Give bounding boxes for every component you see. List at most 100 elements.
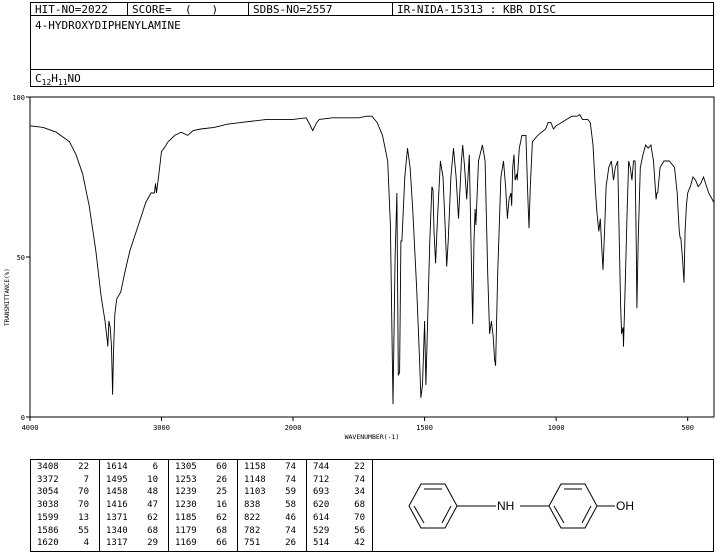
- peak-wavenumber: 1185: [175, 512, 197, 523]
- y-axis-label: TRANSMITTANCE(%): [4, 268, 11, 326]
- peak-wavenumber: 529: [313, 525, 330, 536]
- peak-wavenumber: 620: [313, 500, 330, 511]
- peak-wavenumber: 1103: [244, 487, 266, 498]
- peak-wavenumber: 1620: [37, 538, 59, 549]
- peak-wavenumber: 1317: [106, 538, 128, 549]
- peak-transmittance: 70: [354, 512, 365, 523]
- peak-wavenumber: 751: [244, 538, 261, 549]
- peak-table: 3408 22 3372 7 3054 70 3038 70 1599 13 1586 55 1620 4…: [30, 459, 373, 552]
- molecular-formula: C12H11NO: [35, 72, 81, 87]
- x-tick-label: 3000: [153, 424, 170, 432]
- peak-transmittance: 46: [285, 512, 296, 523]
- peak-wavenumber: 3054: [37, 487, 59, 498]
- peak-transmittance: 25: [216, 487, 227, 498]
- peak-transmittance: 70: [78, 487, 89, 498]
- formula-element: C: [35, 72, 42, 85]
- peak-wavenumber: 1340: [106, 525, 128, 536]
- peak-transmittance: 4: [83, 538, 89, 549]
- peak-wavenumber: 1614: [106, 462, 128, 472]
- peak-transmittance: 47: [147, 500, 158, 511]
- score-field: SCORE= ( ): [132, 3, 219, 16]
- peak-transmittance: 74: [285, 525, 296, 536]
- peak-wavenumber: 744: [313, 462, 330, 472]
- hit-number: HIT-NO=2022: [35, 3, 108, 16]
- peak-wavenumber: 1239: [175, 487, 197, 498]
- formula-element: NO: [67, 72, 81, 85]
- peak-wavenumber: 1495: [106, 474, 128, 485]
- peak-transmittance: 42: [354, 538, 365, 549]
- compound-name: 4-HYDROXYDIPHENYLAMINE: [35, 19, 181, 32]
- x-axis: 4000 3000 2000 1500 1000 500: [22, 417, 694, 432]
- peak-wavenumber: 1253: [175, 474, 197, 485]
- x-tick-label: 2000: [285, 424, 302, 432]
- peak-transmittance: 60: [216, 462, 227, 472]
- y-tick-label: 50: [17, 254, 25, 262]
- benzene-ring-right: [548, 483, 598, 529]
- y-tick-label: 100: [12, 94, 25, 102]
- formula-count: 11: [57, 78, 68, 88]
- peak-transmittance: 56: [354, 525, 365, 536]
- peak-wavenumber: 822: [244, 512, 261, 523]
- peak-transmittance: 59: [285, 487, 296, 498]
- peak-transmittance: 58: [285, 500, 296, 511]
- peak-wavenumber: 3408: [37, 462, 59, 472]
- peak-transmittance: 6: [152, 462, 158, 472]
- peak-wavenumber: 1371: [106, 512, 128, 523]
- peak-transmittance: 62: [216, 512, 227, 523]
- peak-transmittance: 29: [147, 538, 158, 549]
- peak-transmittance: 74: [285, 462, 296, 472]
- x-axis-label: WAVENUMBER(-1): [345, 433, 400, 441]
- oh-group-label: OH: [616, 499, 634, 513]
- peak-wavenumber: 1416: [106, 500, 128, 511]
- peak-wavenumber: 514: [313, 538, 330, 549]
- header-bar: HIT-NO=2022 SCORE= ( ) SDBS-NO=2557 IR-N…: [30, 2, 714, 16]
- peak-wavenumber: 838: [244, 500, 261, 511]
- peak-transmittance: 74: [285, 474, 296, 485]
- table-column-divider: [306, 460, 307, 551]
- spectrum-line: [29, 113, 715, 405]
- x-tick-label: 500: [681, 424, 694, 432]
- peak-transmittance: 68: [354, 500, 365, 511]
- peak-transmittance: 26: [285, 538, 296, 549]
- peak-transmittance: 10: [147, 474, 158, 485]
- peak-transmittance: 7: [83, 474, 89, 485]
- peak-transmittance: 22: [354, 462, 365, 472]
- x-tick-label: 4000: [22, 424, 39, 432]
- peak-wavenumber: 1148: [244, 474, 266, 485]
- y-tick-label: 0: [21, 414, 25, 422]
- compound-box: 4-HYDROXYDIPHENYLAMINE C12H11NO: [30, 16, 714, 87]
- peak-wavenumber: 614: [313, 512, 330, 523]
- table-column-divider: [168, 460, 169, 551]
- method-label: IR-NIDA-15313 : KBR DISC: [397, 3, 556, 16]
- peak-wavenumber: 1599: [37, 512, 59, 523]
- peak-wavenumber: 1305: [175, 462, 197, 472]
- peak-wavenumber: 1179: [175, 525, 197, 536]
- x-tick-label: 1500: [416, 424, 433, 432]
- peak-transmittance: 66: [216, 538, 227, 549]
- peak-wavenumber: 1230: [175, 500, 197, 511]
- peak-transmittance: 13: [78, 512, 89, 523]
- table-column-divider: [237, 460, 238, 551]
- peak-wavenumber: 3372: [37, 474, 59, 485]
- peak-transmittance: 48: [147, 487, 158, 498]
- ir-spectrum-chart: 0 50 100 4000 3000 2000 1500 1000 500 TRANSMITT…: [4, 94, 715, 441]
- y-axis: 0 50 100: [12, 94, 30, 422]
- formula-element: H: [51, 72, 58, 85]
- peak-wavenumber: 1169: [175, 538, 197, 549]
- peak-transmittance: 34: [354, 487, 365, 498]
- peak-wavenumber: 1158: [244, 462, 266, 472]
- peak-transmittance: 26: [216, 474, 227, 485]
- peak-transmittance: 16: [216, 500, 227, 511]
- table-column-divider: [99, 460, 100, 551]
- peak-wavenumber: 693: [313, 487, 330, 498]
- formula-count: 12: [41, 78, 52, 88]
- peak-transmittance: 68: [147, 525, 158, 536]
- peak-transmittance: 68: [216, 525, 227, 536]
- peak-transmittance: 74: [354, 474, 365, 485]
- structure-box: NH OH: [373, 459, 714, 552]
- nh-group-label: NH: [497, 499, 514, 513]
- peak-wavenumber: 782: [244, 525, 261, 536]
- peak-wavenumber: 712: [313, 474, 330, 485]
- peak-transmittance: 70: [78, 500, 89, 511]
- peak-wavenumber: 1586: [37, 525, 59, 536]
